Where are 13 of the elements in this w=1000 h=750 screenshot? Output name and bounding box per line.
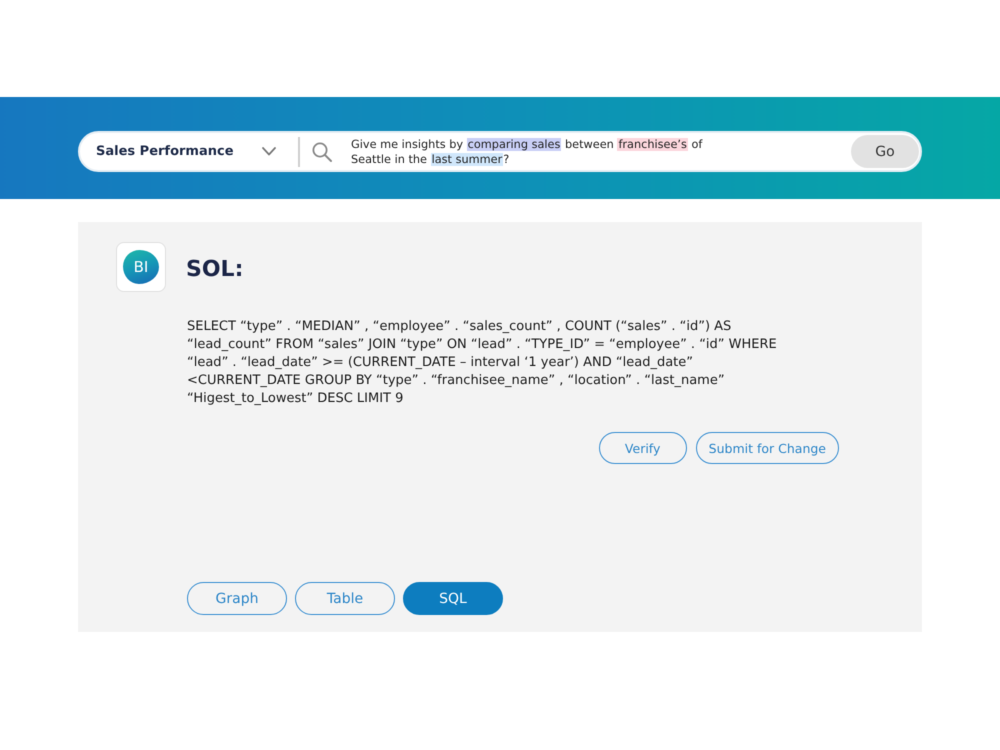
query-input[interactable]: Give me insights by comparing sales between franchisee’s of Seattle in the last summer? xyxy=(351,136,851,166)
go-button[interactable]: Go xyxy=(851,135,919,168)
sql-query-text: SELECT “type” . “MEDIAN” , “employee” . “sales_count” , COUNT (“sales” . “id”) AS “lead_count” FROM “sales” JOIN “type” ON “lead” . “TYPE_ID” = “employee” . “id” WHERE “lead” . “lead_date” >= (CURRENT_DATE – interval ‘1 year’) AND “lead_date” <CURRENT_DATE GROUP BY “type” . “franchisee_name” , “location” . “last_name” “Higest_to_Lowest” DESC LIMIT 9 xyxy=(187,318,778,408)
view-tab[interactable]: Table xyxy=(295,582,395,615)
search-icon xyxy=(312,142,332,162)
view-tab[interactable]: Graph xyxy=(187,582,287,615)
logo-badge: BI xyxy=(123,250,159,284)
verify-button[interactable]: Verify xyxy=(598,432,687,464)
panel-title: SOL: xyxy=(186,256,244,282)
submit-button[interactable]: Submit for Change xyxy=(696,432,839,464)
chevron-down-icon xyxy=(262,147,276,156)
view-tab[interactable]: SQL xyxy=(403,582,503,615)
dataset-dropdown[interactable]: Sales Performance xyxy=(96,136,280,166)
